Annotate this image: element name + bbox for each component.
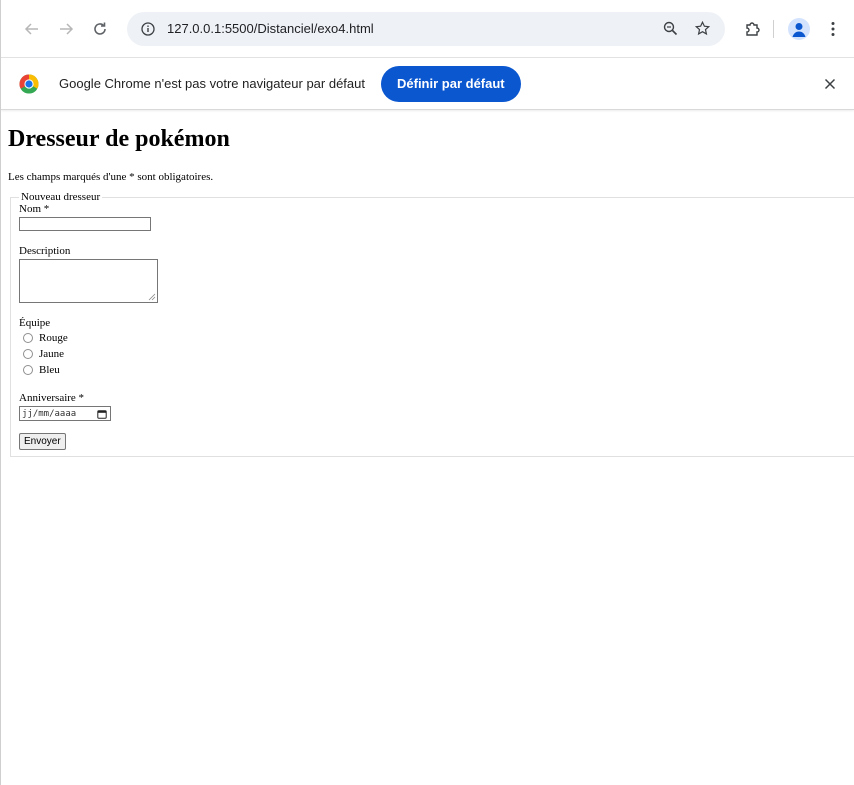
name-group: Nom * [19, 203, 851, 231]
profile-avatar-icon [788, 17, 810, 40]
team-option-rouge[interactable]: Rouge [19, 330, 851, 346]
submit-button[interactable]: Envoyer [19, 433, 66, 450]
infobar-message: Google Chrome n'est pas votre navigateur… [59, 76, 365, 91]
back-arrow-icon [24, 22, 38, 35]
chrome-logo-icon [19, 74, 39, 94]
reload-button[interactable] [85, 14, 115, 44]
site-info-icon [141, 21, 155, 36]
bookmark-button[interactable] [689, 16, 715, 42]
resize-grip-icon[interactable] [148, 293, 156, 301]
site-info-button[interactable] [139, 20, 157, 38]
address-bar[interactable]: 127.0.0.1:5500/Distanciel/exo4.html [127, 11, 725, 46]
kebab-menu-icon [831, 21, 835, 36]
radio-rouge[interactable] [23, 333, 33, 343]
default-browser-infobar: Google Chrome n'est pas votre navigateur… [1, 58, 854, 110]
team-label: Équipe [19, 317, 51, 329]
page-content: Dresseur de pokémon Les champs marqués d… [1, 126, 854, 457]
forward-arrow-icon [60, 22, 74, 35]
birthday-group: Anniversaire * jj/mm/aaaa [19, 392, 851, 421]
reload-icon [94, 22, 106, 35]
form-legend: Nouveau dresseur [21, 191, 101, 203]
name-label: Nom * [19, 203, 50, 215]
extensions-button[interactable] [737, 14, 767, 44]
toolbar-separator [773, 19, 774, 38]
star-icon [694, 21, 710, 36]
date-placeholder: jj/mm/aaaa [22, 408, 77, 419]
name-input[interactable] [19, 217, 151, 231]
close-icon [824, 78, 836, 89]
menu-button[interactable] [818, 14, 848, 44]
url-text[interactable]: 127.0.0.1:5500/Distanciel/exo4.html [167, 21, 651, 36]
radio-label-bleu: Bleu [39, 364, 60, 376]
birthday-date-input[interactable]: jj/mm/aaaa [19, 406, 111, 421]
zoom-icon [663, 21, 677, 36]
required-note: Les champs marqués d'une * sont obligato… [8, 171, 214, 183]
trainer-form: Nouveau dresseur Nom * Description Équip… [10, 191, 854, 457]
infobar-close-button[interactable] [818, 72, 842, 96]
page-title: Dresseur de pokémon [8, 126, 230, 152]
radio-label-rouge: Rouge [39, 332, 68, 344]
birthday-label: Anniversaire * [19, 392, 85, 404]
description-textarea[interactable] [19, 259, 158, 303]
radio-jaune[interactable] [23, 349, 33, 359]
team-group: Équipe Rouge Jaune Bleu [19, 317, 851, 378]
puzzle-icon [745, 22, 760, 36]
radio-label-jaune: Jaune [39, 348, 65, 360]
description-group: Description [19, 245, 851, 303]
radio-bleu[interactable] [23, 365, 33, 375]
browser-toolbar: 127.0.0.1:5500/Distanciel/exo4.html [1, 0, 854, 58]
set-default-button[interactable]: Définir par défaut [381, 65, 521, 102]
forward-button[interactable] [51, 14, 81, 44]
zoom-button[interactable] [657, 16, 683, 42]
profile-button[interactable] [784, 14, 814, 44]
team-option-jaune[interactable]: Jaune [19, 346, 851, 362]
description-label: Description [19, 245, 71, 257]
calendar-icon[interactable] [97, 409, 107, 419]
back-button[interactable] [17, 14, 47, 44]
browser-window: 127.0.0.1:5500/Distanciel/exo4.html Goog… [0, 0, 854, 785]
team-option-bleu[interactable]: Bleu [19, 362, 851, 378]
